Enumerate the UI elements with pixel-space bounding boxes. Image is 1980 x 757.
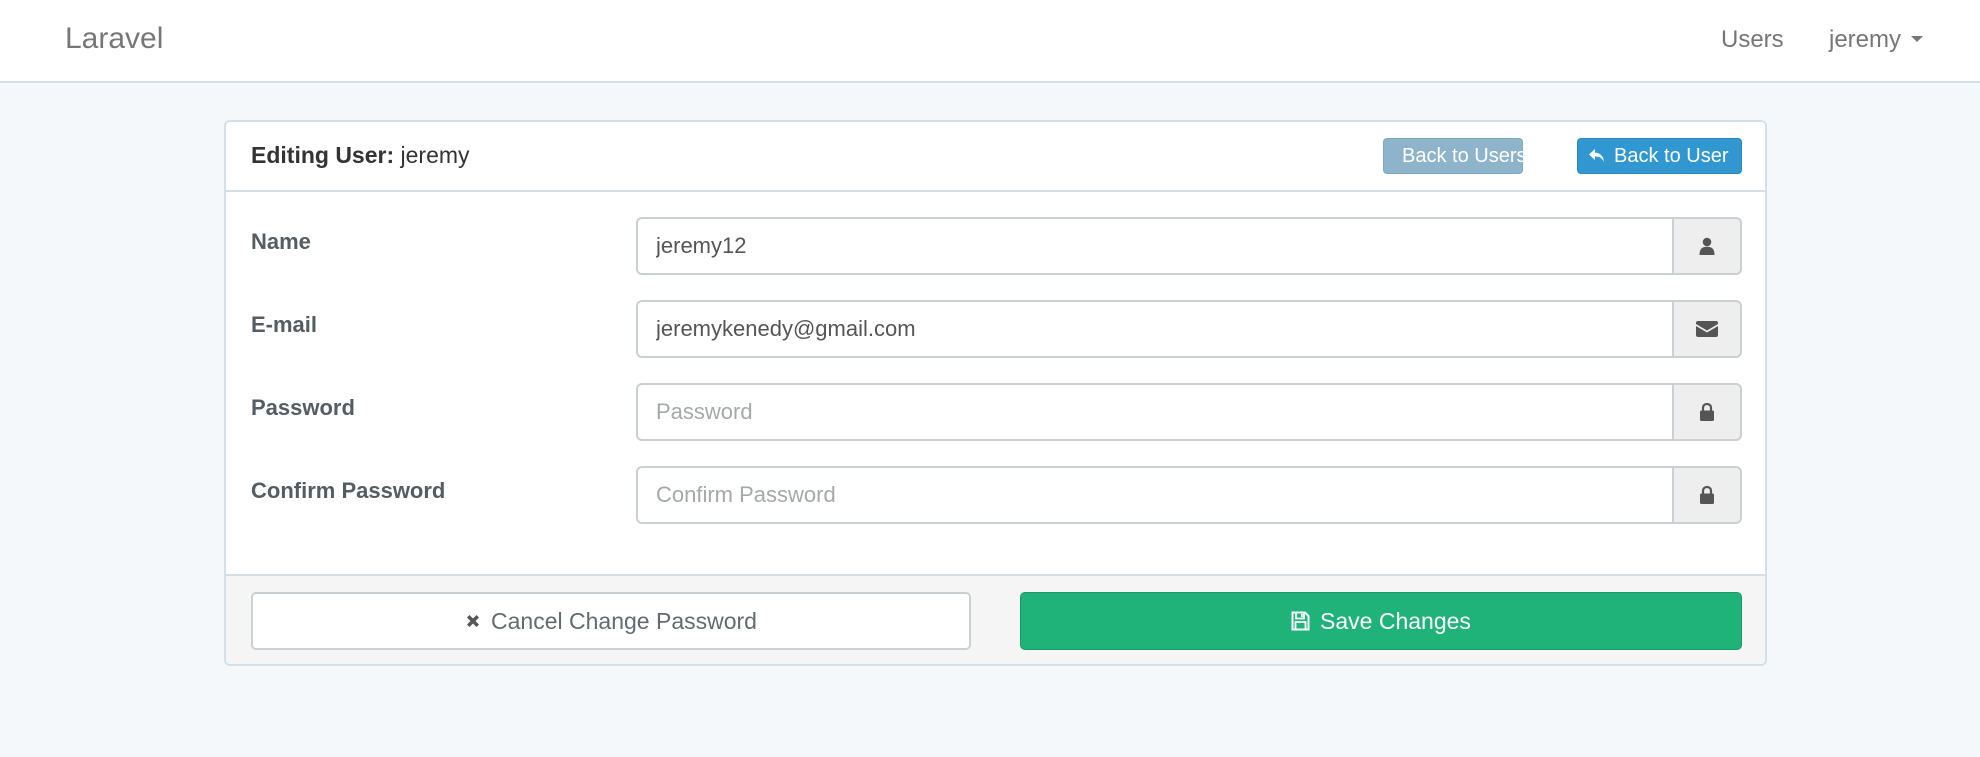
save-changes-button[interactable]: Save Changes	[1020, 592, 1742, 650]
password-addon	[1672, 383, 1742, 441]
confirm-password-input-group	[636, 466, 1742, 524]
name-label: Name	[251, 229, 311, 254]
form-row-email: E-mail	[226, 300, 1765, 360]
back-to-users-button[interactable]: Back to Users	[1383, 138, 1527, 174]
name-addon	[1672, 217, 1742, 275]
form-row-confirm-password: Confirm Password	[226, 466, 1765, 526]
page-title-label: Editing User:	[251, 142, 395, 168]
nav-link-users[interactable]: Users	[1721, 26, 1784, 54]
email-input[interactable]	[636, 300, 1672, 358]
navbar: Laravel Users jeremy	[0, 0, 1980, 83]
edit-user-panel: Editing User: jeremy Back to Users Back …	[224, 120, 1767, 666]
times-icon	[467, 615, 480, 627]
user-dropdown-toggle[interactable]: jeremy	[1829, 26, 1924, 54]
cancel-change-password-button[interactable]: Cancel Change Password	[251, 592, 971, 650]
email-label: E-mail	[251, 312, 318, 337]
back-to-users-label: Back to Users	[1402, 144, 1527, 167]
confirm-password-addon	[1672, 466, 1742, 524]
page-title-username: jeremy	[400, 142, 470, 168]
confirm-password-label: Confirm Password	[251, 478, 446, 503]
lock-icon	[1700, 486, 1714, 504]
brand-link[interactable]: Laravel	[65, 22, 163, 56]
save-changes-label: Save Changes	[1320, 607, 1471, 634]
panel-footer: Cancel Change Password Save Changes	[226, 574, 1765, 664]
panel-heading: Editing User: jeremy Back to Users Back …	[226, 122, 1765, 192]
email-addon	[1672, 300, 1742, 358]
page-title: Editing User: jeremy	[251, 142, 470, 169]
password-input-group	[636, 383, 1742, 441]
user-dropdown-label: jeremy	[1829, 26, 1902, 53]
envelope-icon	[1696, 321, 1718, 337]
confirm-password-input[interactable]	[636, 466, 1672, 524]
form-row-password: Password	[226, 383, 1765, 443]
user-icon	[1699, 237, 1715, 255]
password-label: Password	[251, 395, 355, 420]
name-input[interactable]	[636, 217, 1672, 275]
reply-icon	[1589, 149, 1604, 162]
back-to-user-button[interactable]: Back to User	[1577, 138, 1742, 174]
password-input[interactable]	[636, 383, 1672, 441]
caret-down-icon	[1911, 35, 1924, 42]
cancel-change-password-label: Cancel Change Password	[491, 607, 757, 634]
floppy-disk-icon	[1291, 611, 1310, 631]
back-to-user-label: Back to User	[1614, 144, 1729, 167]
lock-icon	[1700, 403, 1714, 421]
email-input-group	[636, 300, 1742, 358]
form-row-name: Name	[226, 217, 1765, 277]
name-input-group	[636, 217, 1742, 275]
